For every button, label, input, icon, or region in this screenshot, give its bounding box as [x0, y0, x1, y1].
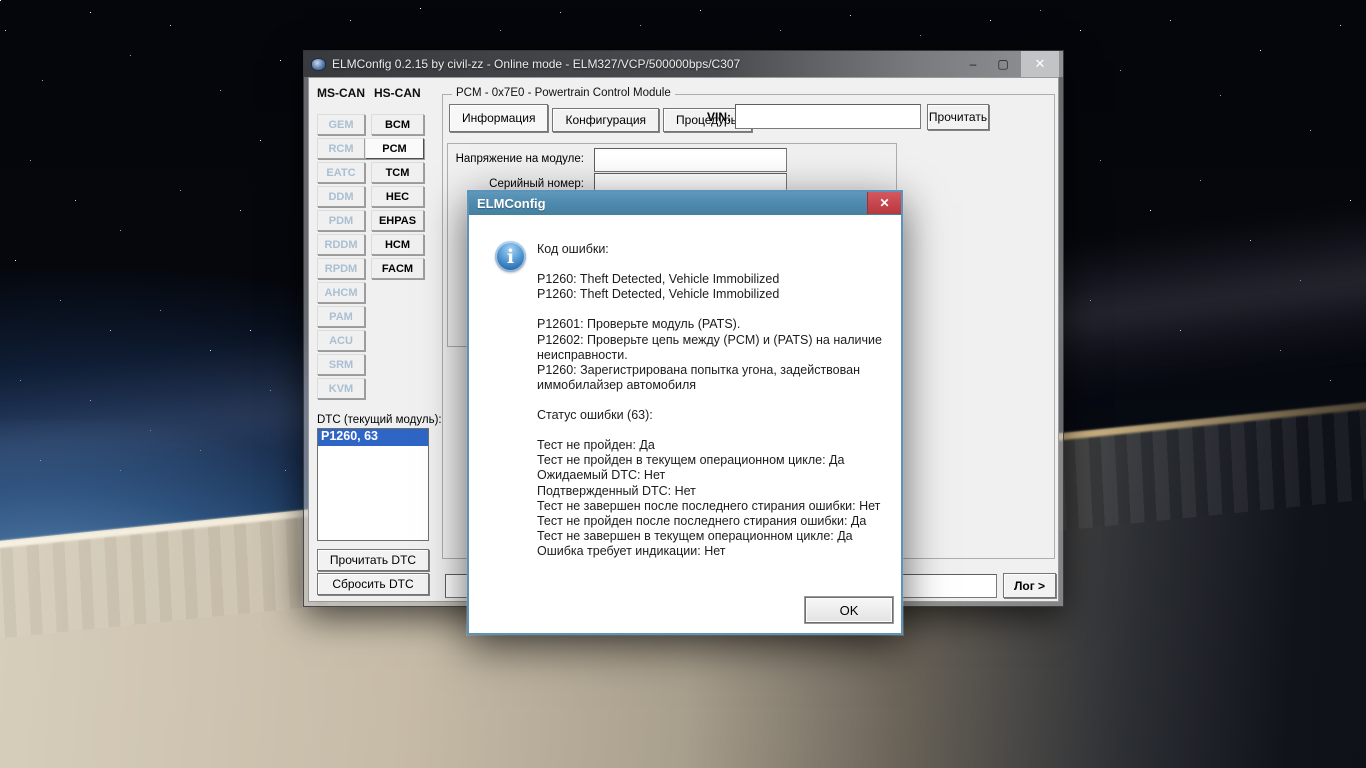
module-tab: DDM [317, 186, 365, 207]
module-list-hs-can: BCM PCM TCM HEC EHPAS HCM FACM [365, 114, 424, 282]
dialog-close-button[interactable]: ✕ [867, 192, 901, 214]
minimize-button[interactable]: – [959, 51, 987, 77]
app-icon [311, 57, 326, 71]
module-tab: EATC [317, 162, 365, 183]
module-tab[interactable]: HCM [371, 234, 424, 255]
module-tab: KVM [317, 378, 365, 399]
read-dtc-button[interactable]: Прочитать DTC [317, 549, 429, 571]
module-tab: PDM [317, 210, 365, 231]
maximize-icon: ▢ [997, 57, 1009, 71]
dialog-message: Код ошибки: P1260: Theft Detected, Vehic… [537, 242, 882, 558]
titlebar[interactable]: ELMConfig 0.2.15 by civil-zz - Online mo… [304, 51, 1063, 77]
panel-tab[interactable]: Конфигурация [552, 108, 660, 132]
module-tab[interactable]: FACM [371, 258, 424, 279]
vin-label: VIN: [707, 110, 731, 124]
star-field [0, 0, 1, 1]
module-tab[interactable]: TCM [371, 162, 424, 183]
module-tab: RPDM [317, 258, 365, 279]
module-tab[interactable]: BCM [371, 114, 424, 135]
module-tab[interactable]: EHPAS [371, 210, 424, 231]
dtc-label: DTC (текущий модуль): [317, 414, 442, 426]
module-tab: GEM [317, 114, 365, 135]
minimize-icon: – [969, 57, 977, 71]
module-tab[interactable]: PCM [365, 138, 424, 159]
vin-input[interactable] [735, 104, 921, 129]
read-vin-button[interactable]: Прочитать [927, 104, 989, 130]
module-tab[interactable]: HEC [371, 186, 424, 207]
close-icon: ✕ [1034, 56, 1046, 71]
dtc-list[interactable]: P1260, 63 [317, 428, 429, 541]
bus-label-hs-can: HS-CAN [374, 86, 421, 100]
message-dialog: ELMConfig ✕ i Код ошибки: P1260: Theft D… [467, 190, 903, 635]
maximize-button[interactable]: ▢ [989, 51, 1017, 77]
dialog-close-icon: ✕ [879, 196, 890, 210]
window-title: ELMConfig 0.2.15 by civil-zz - Online mo… [332, 57, 741, 71]
module-tab: RCM [317, 138, 365, 159]
info-icon: i [495, 241, 526, 272]
serial-label: Серийный номер: [489, 178, 584, 190]
module-tab: ACU [317, 330, 365, 351]
bus-labels: MS-CAN HS-CAN [317, 86, 421, 100]
ok-button[interactable]: OK [805, 597, 893, 623]
clear-dtc-button[interactable]: Сбросить DTC [317, 573, 429, 595]
panel-tab[interactable]: Информация [449, 104, 549, 132]
log-button[interactable]: Лог > [1003, 573, 1056, 598]
groupbox-legend: PCM - 0x7E0 - Powertrain Control Module [452, 87, 675, 99]
dialog-titlebar[interactable]: ELMConfig [469, 192, 901, 215]
voltage-input[interactable] [594, 148, 787, 172]
bus-label-ms-can: MS-CAN [317, 86, 365, 100]
module-tab: SRM [317, 354, 365, 375]
dialog-title: ELMConfig [477, 196, 546, 211]
module-tab: RDDM [317, 234, 365, 255]
module-tab: AHCM [317, 282, 365, 303]
module-list-ms-can: GEM RCM EATC DDM PDM RDDM RPDM AHCM PAM ACU SRM KVM [317, 114, 365, 402]
module-tab: PAM [317, 306, 365, 327]
voltage-label: Напряжение на модуле: [455, 153, 584, 165]
dtc-list-item[interactable]: P1260, 63 [318, 429, 428, 446]
close-button[interactable]: ✕ [1021, 51, 1059, 77]
